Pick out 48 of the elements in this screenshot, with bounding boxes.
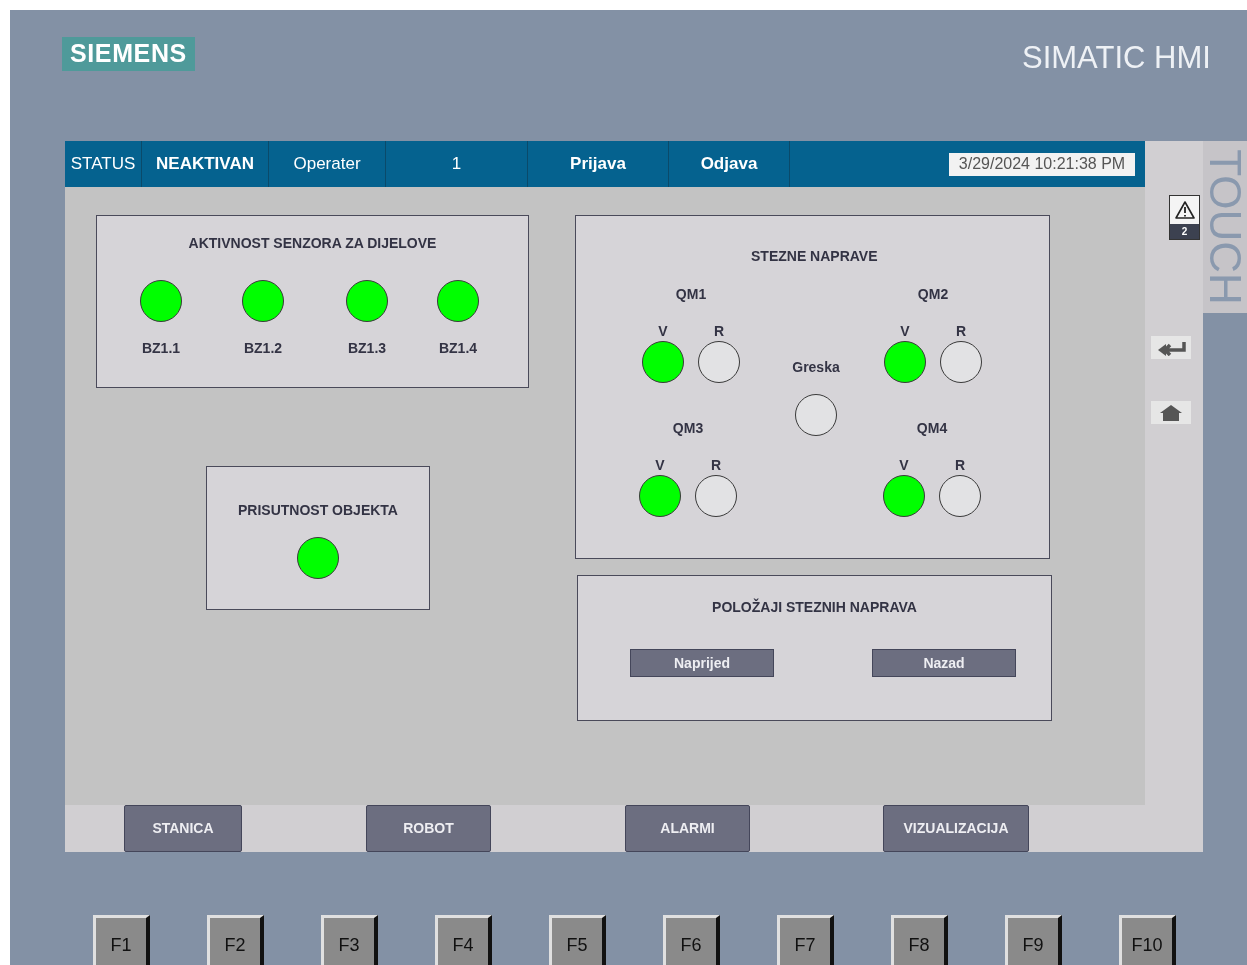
panel-title: AKTIVNOST SENZORA ZA DIJELOVE [187, 234, 438, 253]
lamp-label: V [658, 323, 668, 339]
sensor-label: BZ1.2 [243, 339, 283, 358]
clamp-label: QM1 [675, 285, 707, 304]
home-button[interactable] [1151, 401, 1191, 424]
lamp-label: R [954, 457, 966, 473]
return-arrow-icon [1156, 339, 1186, 356]
panel-title: POLOŽAJI STEZNIH NAPRAVA [711, 597, 918, 617]
action-button[interactable]: Nazad [872, 649, 1016, 677]
return-button[interactable] [1151, 336, 1191, 359]
touch-label: TOUCH [1203, 148, 1247, 307]
clamp-label: QM4 [916, 419, 948, 438]
clamp-label: QM2 [917, 285, 949, 304]
sensor-label: BZ1.4 [438, 339, 478, 358]
function-key[interactable]: F9 [1005, 915, 1062, 965]
nav-button[interactable]: ALARMI [625, 805, 750, 852]
function-key[interactable]: F1 [93, 915, 150, 965]
logo-text: SIEMENS [70, 38, 187, 70]
function-key[interactable]: F8 [891, 915, 948, 965]
alarm-indicator[interactable]: 2 [1169, 195, 1200, 240]
sensor-label: BZ1.1 [141, 339, 181, 358]
action-button[interactable]: Naprijed [630, 649, 774, 677]
lamp-label: R [713, 323, 725, 339]
nav-button[interactable]: ROBOT [366, 805, 491, 852]
datetime-field: 3/29/2024 10:21:38 PM [949, 152, 1135, 176]
home-icon [1159, 403, 1183, 422]
lamp-label: V [655, 457, 665, 473]
lamp-label: R [710, 457, 722, 473]
panel-title: STEZNE NAPRAVE [751, 247, 878, 266]
lamp-label: R [955, 323, 967, 339]
function-key[interactable]: F2 [207, 915, 264, 965]
error-label: Greska [792, 358, 840, 377]
warning-icon [1174, 201, 1195, 219]
lamp-label: V [899, 457, 909, 473]
nav-button[interactable]: VIZUALIZACIJA [883, 805, 1029, 852]
function-key[interactable]: F4 [435, 915, 492, 965]
panel-title: PRISUTNOST OBJEKTA [238, 501, 398, 520]
function-key[interactable]: F5 [549, 915, 606, 965]
function-key[interactable]: F7 [777, 915, 834, 965]
nav-button[interactable]: STANICA [124, 805, 242, 852]
alarm-count: 2 [1170, 224, 1199, 239]
function-key[interactable]: F10 [1119, 915, 1176, 965]
lamp-label: V [900, 323, 910, 339]
function-key[interactable]: F6 [663, 915, 720, 965]
sensor-label: BZ1.3 [347, 339, 387, 358]
product-title: SIMATIC HMI [1022, 39, 1211, 77]
clamp-label: QM3 [672, 419, 704, 438]
function-key[interactable]: F3 [321, 915, 378, 965]
